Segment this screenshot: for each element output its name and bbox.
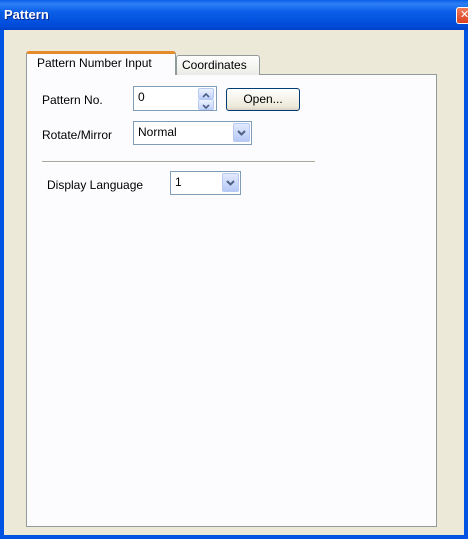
- tab-coordinates-label: Coordinates: [182, 58, 247, 72]
- display-language-select[interactable]: 1: [170, 171, 241, 195]
- close-button[interactable]: ✕: [456, 7, 468, 24]
- display-language-value: 1: [175, 175, 182, 189]
- chevron-down-icon: [226, 180, 235, 186]
- rotate-mirror-label: Rotate/Mirror: [42, 128, 113, 142]
- tab-coordinates[interactable]: Coordinates: [176, 55, 260, 75]
- display-language-label: Display Language: [47, 178, 144, 192]
- tab-pattern-number-input[interactable]: Pattern Number Input: [26, 51, 176, 75]
- window-title: Pattern: [4, 7, 49, 22]
- pattern-no-label: Pattern No.: [42, 93, 103, 107]
- rotate-mirror-value: Normal: [138, 125, 177, 139]
- display-language-dropdown-button[interactable]: [222, 173, 239, 192]
- spin-down-button[interactable]: [198, 99, 214, 110]
- rotate-mirror-dropdown-button[interactable]: [233, 123, 250, 142]
- spin-down-icon: [202, 104, 210, 110]
- title-bar[interactable]: Pattern: [0, 0, 468, 30]
- close-icon: ✕: [460, 9, 468, 21]
- pattern-no-value: 0: [138, 90, 145, 104]
- open-button[interactable]: Open...: [226, 88, 300, 111]
- section-divider: [42, 161, 315, 163]
- spin-up-button[interactable]: [198, 88, 214, 99]
- rotate-mirror-select[interactable]: Normal: [133, 121, 252, 145]
- chevron-down-icon: [237, 130, 246, 136]
- pattern-no-input[interactable]: 0: [133, 86, 217, 111]
- tab-pattern-number-input-label: Pattern Number Input: [37, 56, 152, 70]
